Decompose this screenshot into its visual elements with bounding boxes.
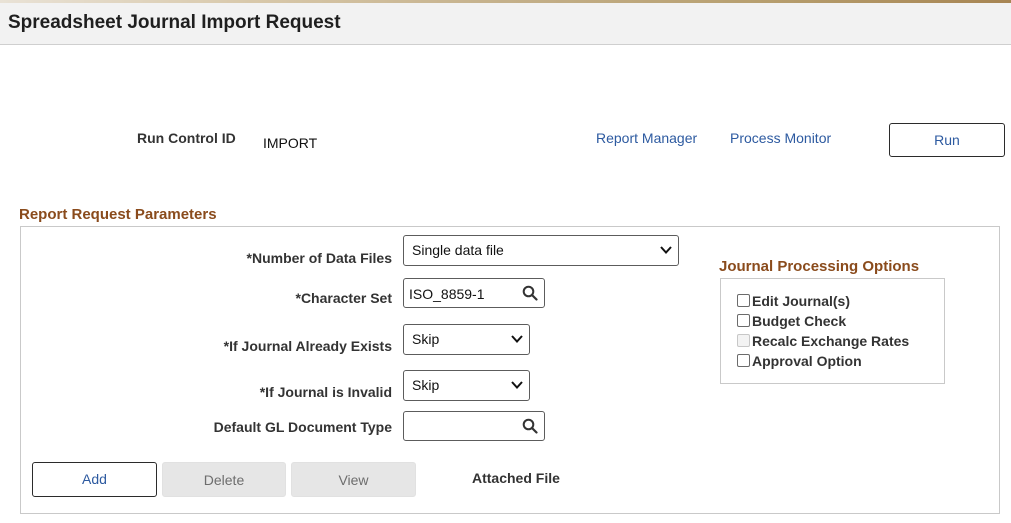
attached-file-label: Attached File: [472, 470, 560, 486]
journal-processing-options-title: Journal Processing Options: [719, 258, 920, 275]
chevron-down-icon: [511, 381, 523, 389]
run-control-id-value: IMPORT: [263, 135, 318, 151]
run-button[interactable]: Run: [889, 123, 1005, 157]
budget-check-checkbox[interactable]: [737, 314, 750, 327]
process-monitor-link[interactable]: Process Monitor: [730, 130, 831, 146]
recalc-exchange-rates-label: Recalc Exchange Rates: [752, 333, 910, 349]
budget-check-label: Budget Check: [752, 313, 847, 329]
chevron-down-icon: [511, 335, 523, 343]
number-of-data-files-value: Single data file: [412, 242, 504, 258]
number-of-data-files-select[interactable]: Single data file: [403, 235, 679, 266]
if-journal-is-invalid-value: Skip: [412, 377, 440, 393]
recalc-exchange-rates-checkbox: [737, 334, 750, 347]
run-control-id-label: Run Control ID: [137, 130, 236, 146]
if-journal-is-invalid-select[interactable]: Skip: [403, 370, 530, 401]
if-journal-already-exists-label: *If Journal Already Exists: [223, 338, 392, 354]
delete-button[interactable]: Delete: [162, 462, 286, 497]
if-journal-already-exists-value: Skip: [412, 331, 440, 347]
default-gl-document-type-label: Default GL Document Type: [213, 419, 392, 435]
character-set-input[interactable]: ISO_8859-1: [403, 278, 545, 308]
add-button[interactable]: Add: [32, 462, 157, 497]
chevron-down-icon: [660, 246, 672, 254]
edit-journals-checkbox[interactable]: [737, 294, 750, 307]
edit-journals-label: Edit Journal(s): [752, 293, 851, 309]
search-icon[interactable]: [522, 285, 538, 301]
approval-option-checkbox[interactable]: [737, 354, 750, 367]
number-of-data-files-label: *Number of Data Files: [246, 250, 392, 266]
if-journal-already-exists-select[interactable]: Skip: [403, 324, 530, 355]
search-icon[interactable]: [522, 418, 538, 434]
report-manager-link[interactable]: Report Manager: [596, 130, 697, 146]
page-title: Spreadsheet Journal Import Request: [8, 12, 341, 33]
character-set-label: *Character Set: [295, 290, 393, 306]
if-journal-is-invalid-label: *If Journal is Invalid: [259, 384, 392, 400]
report-request-parameters-title: Report Request Parameters: [19, 206, 217, 223]
default-gl-document-type-input[interactable]: [403, 411, 545, 441]
view-button[interactable]: View: [291, 462, 416, 497]
approval-option-label: Approval Option: [752, 353, 862, 369]
character-set-value: ISO_8859-1: [409, 286, 485, 302]
